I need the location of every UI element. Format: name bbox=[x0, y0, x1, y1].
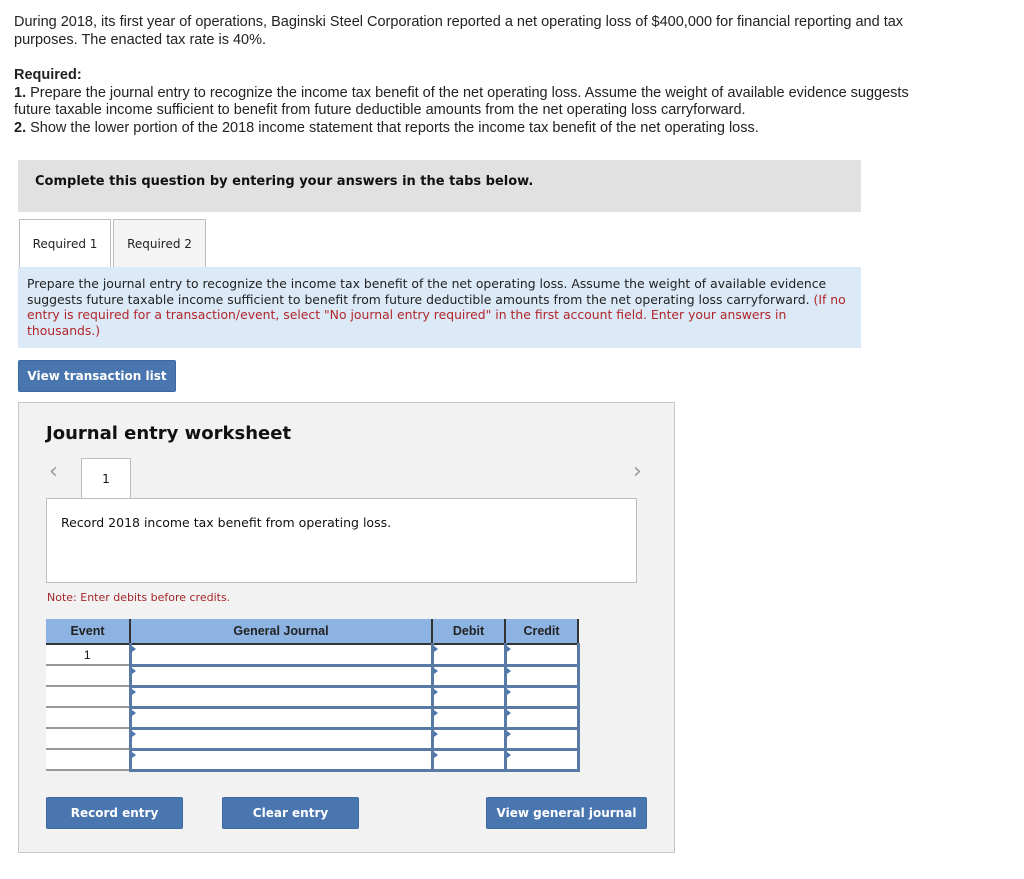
instructions-banner: Complete this question by entering your … bbox=[18, 160, 861, 212]
debit-input[interactable] bbox=[430, 664, 507, 688]
clear-entry-button[interactable]: Clear entry bbox=[222, 797, 359, 829]
requirement-1: 1. Prepare the journal entry to recogniz… bbox=[14, 85, 944, 120]
account-input[interactable] bbox=[128, 643, 434, 667]
table-row: 1 bbox=[46, 643, 580, 667]
instructions-text: Prepare the journal entry to recognize t… bbox=[27, 276, 827, 307]
credit-input[interactable] bbox=[503, 748, 580, 772]
tab-instructions: Prepare the journal entry to recognize t… bbox=[18, 267, 861, 348]
event-cell bbox=[46, 749, 131, 771]
table-row bbox=[46, 706, 580, 730]
problem-statement: During 2018, its first year of operation… bbox=[14, 14, 944, 137]
requirement-2-number: 2. bbox=[14, 119, 27, 136]
credit-input[interactable] bbox=[503, 643, 580, 667]
journal-entry-worksheet: Journal entry worksheet ‹ 1 › Record 201… bbox=[18, 402, 675, 853]
requirement-1-text: Prepare the journal entry to recognize t… bbox=[14, 84, 909, 119]
journal-table: Event General Journal Debit Credit 1 bbox=[46, 619, 580, 772]
account-input[interactable] bbox=[128, 748, 434, 772]
event-cell bbox=[46, 665, 131, 687]
view-transaction-list-button[interactable]: View transaction list bbox=[18, 360, 176, 392]
account-input[interactable] bbox=[128, 685, 434, 709]
view-general-journal-button[interactable]: View general journal bbox=[486, 797, 647, 829]
tab-required-1[interactable]: Required 1 bbox=[19, 219, 111, 267]
event-cell bbox=[46, 686, 131, 708]
header-credit: Credit bbox=[505, 619, 579, 645]
tab-required-2[interactable]: Required 2 bbox=[113, 219, 206, 267]
worksheet-title: Journal entry worksheet bbox=[46, 423, 292, 444]
record-entry-button[interactable]: Record entry bbox=[46, 797, 183, 829]
header-debit: Debit bbox=[432, 619, 506, 645]
table-row bbox=[46, 748, 580, 772]
debits-note: Note: Enter debits before credits. bbox=[47, 591, 231, 604]
table-row bbox=[46, 685, 580, 709]
credit-input[interactable] bbox=[503, 664, 580, 688]
entry-description: Record 2018 income tax benefit from oper… bbox=[61, 515, 392, 530]
debit-input[interactable] bbox=[430, 727, 507, 751]
account-input[interactable] bbox=[128, 664, 434, 688]
table-row bbox=[46, 664, 580, 688]
chevron-right-icon[interactable]: › bbox=[633, 459, 642, 484]
journal-table-header: Event General Journal Debit Credit bbox=[46, 619, 579, 645]
account-input[interactable] bbox=[128, 727, 434, 751]
table-row bbox=[46, 727, 580, 751]
entry-tab-1[interactable]: 1 bbox=[81, 458, 131, 499]
requirement-2-text: Show the lower portion of the 2018 incom… bbox=[26, 119, 759, 136]
banner-text: Complete this question by entering your … bbox=[35, 174, 534, 189]
problem-intro: During 2018, its first year of operation… bbox=[14, 14, 904, 48]
header-general-journal: General Journal bbox=[130, 619, 433, 645]
account-input[interactable] bbox=[128, 706, 434, 730]
debit-input[interactable] bbox=[430, 643, 507, 667]
debit-input[interactable] bbox=[430, 706, 507, 730]
credit-input[interactable] bbox=[503, 706, 580, 730]
event-cell: 1 bbox=[46, 644, 131, 666]
credit-input[interactable] bbox=[503, 727, 580, 751]
credit-input[interactable] bbox=[503, 685, 580, 709]
event-cell bbox=[46, 728, 131, 750]
requirement-2: 2. Show the lower portion of the 2018 in… bbox=[14, 120, 944, 138]
requirement-1-number: 1. bbox=[14, 84, 27, 101]
entry-description-box: Record 2018 income tax benefit from oper… bbox=[46, 498, 637, 583]
required-heading: Required: bbox=[14, 67, 82, 83]
debit-input[interactable] bbox=[430, 685, 507, 709]
event-cell bbox=[46, 707, 131, 729]
debit-input[interactable] bbox=[430, 748, 507, 772]
chevron-left-icon[interactable]: ‹ bbox=[49, 459, 58, 484]
header-event: Event bbox=[46, 619, 131, 645]
